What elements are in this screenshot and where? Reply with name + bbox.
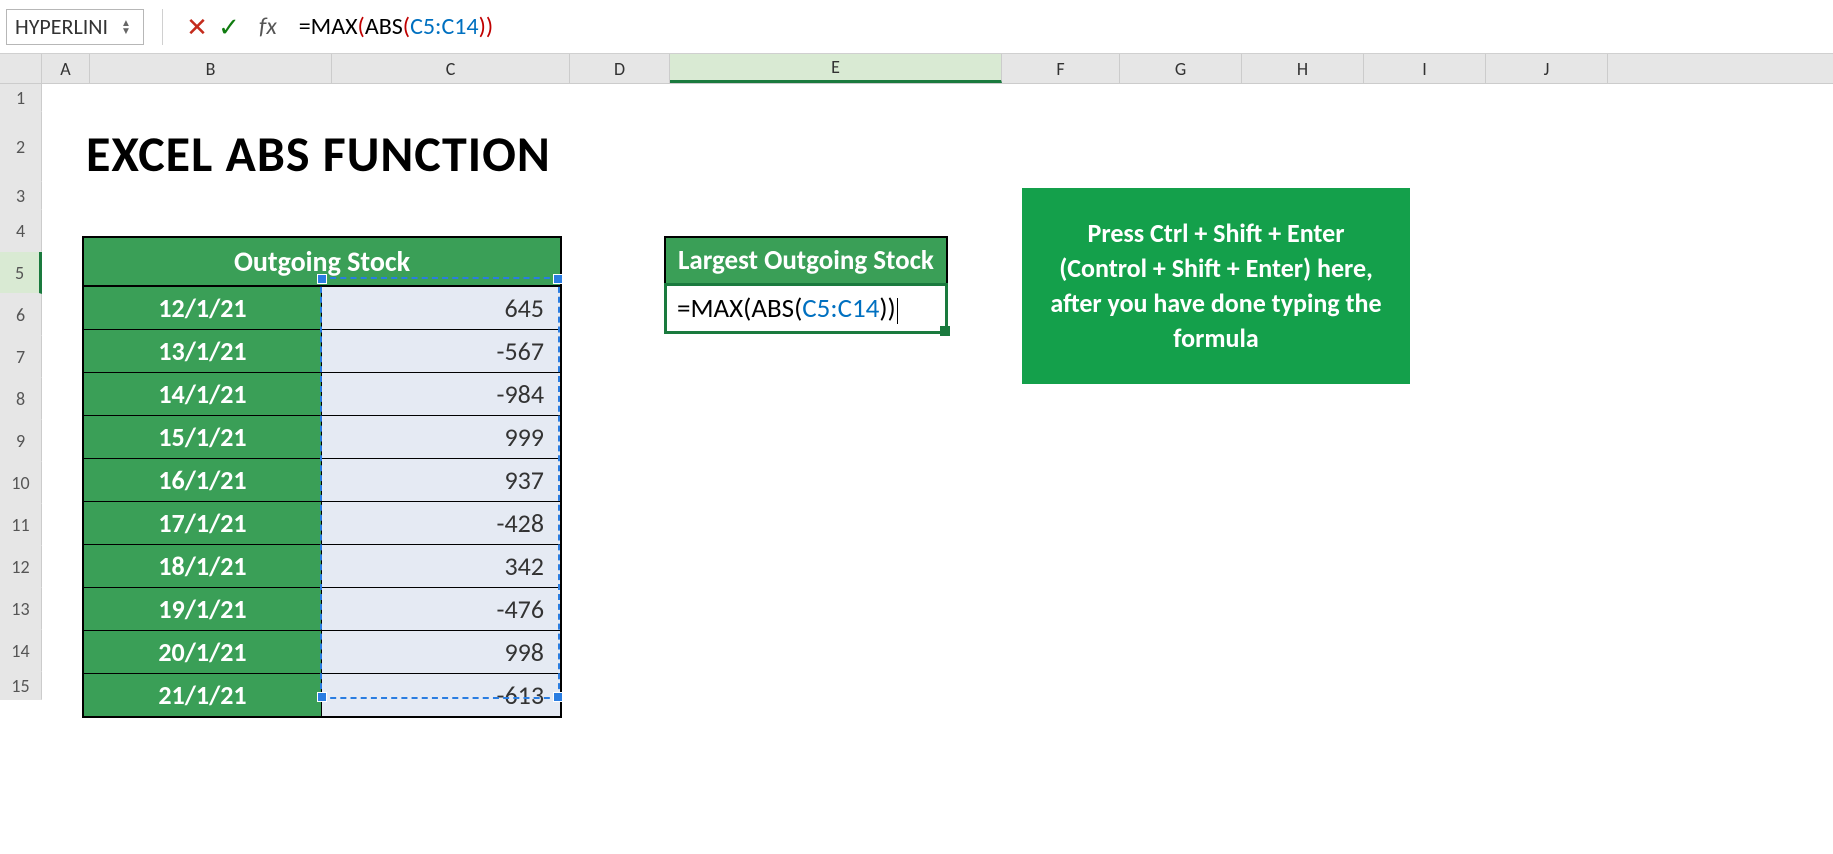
row-header-12[interactable]: 12 bbox=[0, 546, 42, 588]
column-header-g[interactable]: G bbox=[1120, 54, 1242, 83]
stock-value-cell[interactable]: 342 bbox=[322, 545, 560, 587]
table-row: 19/1/21-476 bbox=[84, 588, 560, 631]
confirm-button[interactable]: ✓ bbox=[213, 11, 245, 43]
table-row: 12/1/21645 bbox=[84, 287, 560, 330]
stock-date-cell[interactable]: 14/1/21 bbox=[84, 373, 322, 415]
fx-label[interactable]: fx bbox=[259, 12, 277, 41]
formula-range: C5:C14 bbox=[410, 12, 479, 41]
row-header-3[interactable]: 3 bbox=[0, 182, 42, 210]
stock-value-cell[interactable]: 645 bbox=[322, 287, 560, 329]
row-header-11[interactable]: 11 bbox=[0, 504, 42, 546]
stock-value-cell[interactable]: 999 bbox=[322, 416, 560, 458]
column-header-j[interactable]: J bbox=[1486, 54, 1608, 83]
stock-date-cell[interactable]: 20/1/21 bbox=[84, 631, 322, 673]
table-row: 21/1/21-613 bbox=[84, 674, 560, 716]
separator bbox=[162, 9, 163, 45]
cell-formula-range: C5:C14 bbox=[802, 292, 879, 325]
table-row: 17/1/21-428 bbox=[84, 502, 560, 545]
row-header-10[interactable]: 10 bbox=[0, 462, 42, 504]
stock-value-cell[interactable]: -613 bbox=[322, 674, 560, 716]
formula-open1: ( bbox=[358, 12, 365, 41]
stock-value-cell[interactable]: -476 bbox=[322, 588, 560, 630]
stock-date-cell[interactable]: 17/1/21 bbox=[84, 502, 322, 544]
largest-outgoing-box: Largest Outgoing Stock =MAX(ABS(C5:C14)) bbox=[664, 236, 948, 334]
table-row: 16/1/21937 bbox=[84, 459, 560, 502]
column-header-h[interactable]: H bbox=[1242, 54, 1364, 83]
stock-date-cell[interactable]: 19/1/21 bbox=[84, 588, 322, 630]
table-row: 13/1/21-567 bbox=[84, 330, 560, 373]
row-header-7[interactable]: 7 bbox=[0, 336, 42, 378]
formula-prefix: =MAX bbox=[299, 12, 358, 41]
stock-date-cell[interactable]: 16/1/21 bbox=[84, 459, 322, 501]
text-cursor bbox=[897, 298, 898, 324]
cancel-button[interactable]: ✕ bbox=[181, 11, 213, 43]
stock-date-cell[interactable]: 12/1/21 bbox=[84, 287, 322, 329]
spinner-down-icon[interactable]: ▼ bbox=[121, 27, 135, 35]
cell-formula-prefix: =MAX(ABS( bbox=[677, 292, 802, 325]
active-cell-e5[interactable]: =MAX(ABS(C5:C14)) bbox=[664, 283, 948, 334]
row-header-6[interactable]: 6 bbox=[0, 294, 42, 336]
stock-value-cell[interactable]: 998 bbox=[322, 631, 560, 673]
row-header-15[interactable]: 15 bbox=[0, 672, 42, 700]
row-header-1[interactable]: 1 bbox=[0, 84, 42, 112]
column-header-f[interactable]: F bbox=[1002, 54, 1120, 83]
row-header-9[interactable]: 9 bbox=[0, 420, 42, 462]
largest-header: Largest Outgoing Stock bbox=[666, 238, 946, 285]
row-header-8[interactable]: 8 bbox=[0, 378, 42, 420]
row-header-13[interactable]: 13 bbox=[0, 588, 42, 630]
formula-close2: ) bbox=[479, 12, 486, 41]
table-row: 15/1/21999 bbox=[84, 416, 560, 459]
row-headers: 123456789101112131415 bbox=[0, 84, 42, 700]
row-header-5[interactable]: 5 bbox=[0, 252, 42, 294]
column-header-i[interactable]: I bbox=[1364, 54, 1486, 83]
sheet-area[interactable]: EXCEL ABS FUNCTION Outgoing Stock 12/1/2… bbox=[42, 84, 1833, 700]
row-header-14[interactable]: 14 bbox=[0, 630, 42, 672]
formula-bar: HYPERLINI ▲ ▼ ✕ ✓ fx =MAX(ABS(C5:C14)) bbox=[0, 0, 1833, 54]
table-row: 14/1/21-984 bbox=[84, 373, 560, 416]
column-header-c[interactable]: C bbox=[332, 54, 570, 83]
stock-value-cell[interactable]: 937 bbox=[322, 459, 560, 501]
stock-table-header: Outgoing Stock bbox=[84, 238, 560, 287]
formula-abs: ABS bbox=[365, 12, 403, 41]
cell-formula-suffix: )) bbox=[879, 292, 895, 325]
row-header-2[interactable]: 2 bbox=[0, 112, 42, 182]
name-box-value: HYPERLINI bbox=[15, 13, 108, 40]
column-header-d[interactable]: D bbox=[570, 54, 670, 83]
cancel-icon: ✕ bbox=[186, 11, 208, 43]
formula-open2: ( bbox=[403, 12, 410, 41]
stock-value-cell[interactable]: -567 bbox=[322, 330, 560, 372]
select-all-corner[interactable] bbox=[0, 54, 42, 83]
column-header-e[interactable]: E bbox=[670, 54, 1002, 83]
name-box[interactable]: HYPERLINI ▲ ▼ bbox=[6, 9, 144, 45]
outgoing-stock-table: Outgoing Stock 12/1/2164513/1/21-56714/1… bbox=[82, 236, 562, 718]
stock-date-cell[interactable]: 18/1/21 bbox=[84, 545, 322, 587]
column-headers: ABCDEFGHIJ bbox=[0, 54, 1833, 84]
column-header-b[interactable]: B bbox=[90, 54, 332, 83]
page-title: EXCEL ABS FUNCTION bbox=[86, 124, 551, 185]
formula-input[interactable]: =MAX(ABS(C5:C14)) bbox=[291, 9, 1833, 45]
formula-close1: ) bbox=[486, 12, 493, 41]
column-header-a[interactable]: A bbox=[42, 54, 90, 83]
row-header-4[interactable]: 4 bbox=[0, 210, 42, 252]
stock-date-cell[interactable]: 21/1/21 bbox=[84, 674, 322, 716]
stock-date-cell[interactable]: 15/1/21 bbox=[84, 416, 322, 458]
name-box-spinner: ▲ ▼ bbox=[121, 19, 135, 35]
instruction-callout: Press Ctrl + Shift + Enter (Control + Sh… bbox=[1022, 188, 1410, 384]
table-row: 18/1/21342 bbox=[84, 545, 560, 588]
grid-body: 123456789101112131415 EXCEL ABS FUNCTION… bbox=[0, 84, 1833, 700]
fill-handle[interactable] bbox=[940, 326, 950, 336]
confirm-icon: ✓ bbox=[218, 11, 240, 43]
stock-value-cell[interactable]: -984 bbox=[322, 373, 560, 415]
stock-value-cell[interactable]: -428 bbox=[322, 502, 560, 544]
stock-date-cell[interactable]: 13/1/21 bbox=[84, 330, 322, 372]
table-row: 20/1/21998 bbox=[84, 631, 560, 674]
